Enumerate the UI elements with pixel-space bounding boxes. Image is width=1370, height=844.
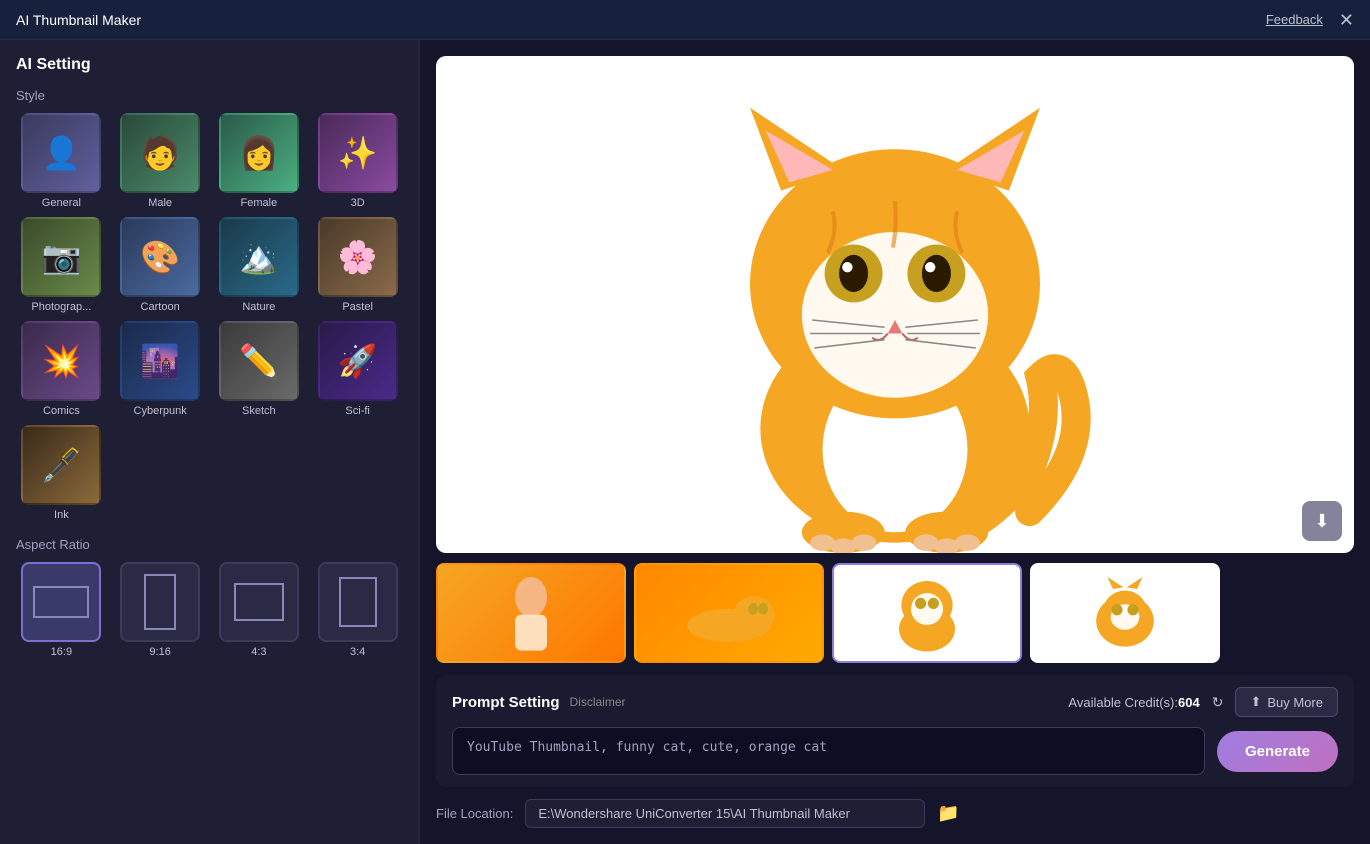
- file-location-label: File Location:: [436, 806, 513, 821]
- aspect-item-3-4[interactable]: 3:4: [312, 562, 403, 658]
- style-item-sketch[interactable]: ✏️Sketch: [214, 321, 305, 417]
- credits-text: Available Credit(s):604: [1068, 695, 1199, 710]
- aspect-item-16-9[interactable]: 16:9: [16, 562, 107, 658]
- prompt-header: Prompt Setting Disclaimer Available Cred…: [452, 687, 1338, 717]
- style-section-label: Style: [16, 88, 403, 103]
- style-label-male: Male: [148, 197, 172, 209]
- generate-button[interactable]: Generate: [1217, 731, 1338, 772]
- style-item-female[interactable]: 👩Female: [214, 113, 305, 209]
- style-item-ink[interactable]: 🖋️Ink: [16, 425, 107, 521]
- app-title: AI Thumbnail Maker: [16, 12, 141, 28]
- style-item-photography[interactable]: 📷Photograp...: [16, 217, 107, 313]
- style-item-cartoon[interactable]: 🎨Cartoon: [115, 217, 206, 313]
- style-label-sketch: Sketch: [242, 405, 276, 417]
- disclaimer-link[interactable]: Disclaimer: [570, 695, 626, 709]
- style-label-ink: Ink: [54, 509, 69, 521]
- style-label-comics: Comics: [43, 405, 80, 417]
- thumbnails-row: [436, 563, 1354, 663]
- aspect-label-3-4: 3:4: [350, 646, 365, 658]
- style-label-3d: 3D: [351, 197, 365, 209]
- file-location-select[interactable]: E:\Wondershare UniConverter 15\AI Thumbn…: [525, 799, 925, 828]
- style-label-cyberpunk: Cyberpunk: [134, 405, 187, 417]
- download-button[interactable]: ⬇: [1302, 501, 1342, 541]
- style-label-female: Female: [241, 197, 278, 209]
- credits-count: 604: [1178, 695, 1200, 710]
- thumbnail-1[interactable]: [436, 563, 626, 663]
- main-preview: ⬇: [436, 56, 1354, 553]
- style-item-nature[interactable]: 🏔️Nature: [214, 217, 305, 313]
- ai-setting-title: AI Setting: [16, 56, 403, 74]
- style-item-pastel[interactable]: 🌸Pastel: [312, 217, 403, 313]
- left-panel: AI Setting Style 👤General🧑Male👩Female✨3D…: [0, 40, 420, 844]
- style-item-cyberpunk[interactable]: 🌆Cyberpunk: [115, 321, 206, 417]
- aspect-ratio-grid: 16:9 9:16 4:3 3:4: [16, 562, 403, 658]
- style-label-cartoon: Cartoon: [141, 301, 180, 313]
- download-icon: ⬇: [1314, 511, 1329, 532]
- title-bar: AI Thumbnail Maker Feedback ✕: [0, 0, 1370, 40]
- title-bar-left: AI Thumbnail Maker: [16, 12, 141, 28]
- aspect-label-4-3: 4:3: [251, 646, 266, 658]
- aspect-label-16-9: 16:9: [51, 646, 72, 658]
- prompt-header-right: Available Credit(s):604 ↻ ⬆ Buy More: [1068, 687, 1338, 717]
- style-item-3d[interactable]: ✨3D: [312, 113, 403, 209]
- title-bar-right: Feedback ✕: [1266, 11, 1354, 29]
- main-layout: AI Setting Style 👤General🧑Male👩Female✨3D…: [0, 40, 1370, 844]
- style-item-male[interactable]: 🧑Male: [115, 113, 206, 209]
- thumbnail-2[interactable]: [634, 563, 824, 663]
- style-label-nature: Nature: [242, 301, 275, 313]
- prompt-input-row: Generate: [452, 727, 1338, 775]
- feedback-link[interactable]: Feedback: [1266, 12, 1323, 27]
- file-location-row: File Location: E:\Wondershare UniConvert…: [436, 799, 1354, 828]
- aspect-label-9-16: 9:16: [149, 646, 170, 658]
- style-label-photography: Photograp...: [31, 301, 91, 313]
- aspect-item-9-16[interactable]: 9:16: [115, 562, 206, 658]
- close-button[interactable]: ✕: [1339, 11, 1354, 29]
- right-panel: ⬇: [420, 40, 1370, 844]
- prompt-section: Prompt Setting Disclaimer Available Cred…: [436, 675, 1354, 787]
- style-item-general[interactable]: 👤General: [16, 113, 107, 209]
- refresh-button[interactable]: ↻: [1212, 694, 1224, 711]
- upload-icon: ⬆: [1250, 694, 1261, 710]
- style-label-pastel: Pastel: [342, 301, 373, 313]
- aspect-item-4-3[interactable]: 4:3: [214, 562, 305, 658]
- prompt-input[interactable]: [452, 727, 1205, 775]
- buy-more-button[interactable]: ⬆ Buy More: [1235, 687, 1338, 717]
- style-item-scifi[interactable]: 🚀Sci-fi: [312, 321, 403, 417]
- prompt-title: Prompt Setting: [452, 694, 560, 711]
- image-preview-area: ⬇: [436, 56, 1354, 663]
- main-image: [436, 56, 1354, 553]
- style-grid: 👤General🧑Male👩Female✨3D 📷Photograp...🎨Car…: [16, 113, 403, 521]
- browse-folder-button[interactable]: 📁: [937, 803, 959, 824]
- thumbnail-4[interactable]: [1030, 563, 1220, 663]
- style-label-scifi: Sci-fi: [345, 405, 369, 417]
- thumbnail-3[interactable]: [832, 563, 1022, 663]
- prompt-header-left: Prompt Setting Disclaimer: [452, 694, 626, 711]
- style-item-comics[interactable]: 💥Comics: [16, 321, 107, 417]
- style-label-general: General: [42, 197, 81, 209]
- aspect-ratio-label: Aspect Ratio: [16, 537, 403, 552]
